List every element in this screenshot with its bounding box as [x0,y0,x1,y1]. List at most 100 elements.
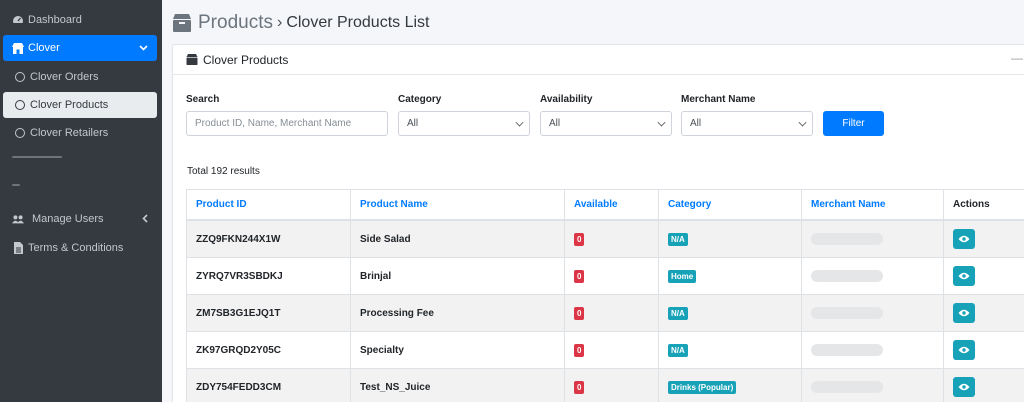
nav-manage-users[interactable]: Manage Users [3,206,157,232]
merchant-select[interactable]: All [681,111,813,136]
page-title-main: Products [198,12,273,33]
search-label: Search [186,94,220,105]
merchant-placeholder [811,381,883,393]
merchant-placeholder [811,344,883,356]
category-badge: Drinks (Popular) [668,380,737,394]
cell-product-name: Processing Fee [350,295,564,331]
cell-product-id: ZYRQ7VR3SBDKJ [186,258,350,294]
breadcrumb-separator: › [276,14,283,31]
page-subtitle: Clover Products List [286,14,430,31]
cell-product-id: ZK97GRQD2Y05C [186,332,350,368]
products-card: Clover Products — Search Product ID, Nam… [172,44,1024,402]
nav-dashboard[interactable]: Dashboard [3,7,157,33]
eye-icon [958,383,970,391]
cell-category: N/A [658,332,801,368]
view-button[interactable] [953,303,975,323]
cell-product-id: ZM7SB3G1EJQ1T [186,295,350,331]
merchant-placeholder [811,270,883,282]
box-icon [186,54,198,65]
table-row: ZZQ9FKN244X1W Side Salad 0 N/A [186,221,1024,258]
cell-product-name: Side Salad [350,221,564,257]
table-header-row: Product ID Product Name Available Catego… [186,189,1024,221]
cell-product-id: ZZQ9FKN244X1W [186,221,350,257]
table-row: ZDY754FEDD3CM Test_NS_Juice 0 Drinks (Po… [186,369,1024,402]
card-header: Clover Products — [173,45,1024,75]
cell-available: 0 [564,295,658,331]
box-icon [172,14,192,32]
cell-category: Drinks (Popular) [658,369,801,402]
cell-actions [943,295,1024,331]
available-badge: 0 [574,343,585,357]
store-icon [12,42,24,54]
nav-terms[interactable]: Terms & Conditions [3,235,157,261]
collapse-button[interactable]: — [1011,51,1023,65]
available-badge: 0 [574,232,585,246]
availability-select-value: All [549,118,561,129]
available-badge: 0 [574,306,585,320]
chevron-down-icon [657,118,666,127]
eye-icon [958,235,970,243]
circle-icon [15,128,25,138]
file-icon [12,242,24,254]
eye-icon [958,272,970,280]
card-title: Clover Products [203,52,289,67]
table-row: ZK97GRQD2Y05C Specialty 0 N/A [186,332,1024,369]
cell-merchant-name [801,295,943,331]
sidebar-clipped-item [12,156,152,160]
cell-available: 0 [564,332,658,368]
category-badge: N/A [668,343,688,357]
col-header-product-name[interactable]: Product Name [350,190,564,219]
nav-clover-products-label: Clover Products [30,99,109,111]
view-button[interactable] [953,377,975,397]
table-row: ZYRQ7VR3SBDKJ Brinjal 0 Home [186,258,1024,295]
nav-clover-label: Clover [28,42,60,54]
cell-available: 0 [564,258,658,294]
cell-product-name: Brinjal [350,258,564,294]
search-input[interactable]: Product ID, Name, Merchant Name [186,111,388,136]
cell-merchant-name [801,258,943,294]
category-badge: N/A [668,232,688,246]
sidebar: Dashboard Clover Clover Orders Clover Pr… [0,0,162,402]
nav-clover-orders-label: Clover Orders [30,71,99,83]
cell-category: Home [658,258,801,294]
merchant-placeholder [811,307,883,319]
nav-clover[interactable]: Clover [3,35,157,61]
chevron-left-icon [142,213,148,225]
cell-product-id: ZDY754FEDD3CM [186,369,350,402]
results-count: Total 192 results [187,166,260,177]
cell-available: 0 [564,369,658,402]
col-header-available[interactable]: Available [564,190,658,219]
circle-icon [15,72,25,82]
cell-product-name: Test_NS_Juice [350,369,564,402]
nav-dashboard-label: Dashboard [28,14,82,26]
eye-icon [958,346,970,354]
dashboard-icon [12,14,24,26]
nav-clover-orders[interactable]: Clover Orders [3,64,157,90]
chevron-down-icon [139,43,148,53]
availability-select[interactable]: All [540,111,672,136]
category-badge: N/A [668,306,688,320]
col-header-category[interactable]: Category [658,190,801,219]
category-select[interactable]: All [398,111,530,136]
table-row: ZM7SB3G1EJQ1T Processing Fee 0 N/A [186,295,1024,332]
view-button[interactable] [953,266,975,286]
filter-button[interactable]: Filter [823,111,884,136]
col-header-product-id[interactable]: Product ID [186,190,350,219]
nav-clover-products[interactable]: Clover Products [3,92,157,118]
category-badge: Home [668,269,697,283]
cell-actions [943,332,1024,368]
nav-clover-retailers[interactable]: Clover Retailers [3,120,157,146]
nav-terms-label: Terms & Conditions [28,242,124,254]
availability-label: Availability [540,94,593,105]
cell-category: N/A [658,295,801,331]
category-label: Category [398,94,442,105]
chevron-down-icon [515,118,524,127]
view-button[interactable] [953,229,975,249]
col-header-actions: Actions [943,190,1024,219]
view-button[interactable] [953,340,975,360]
col-header-merchant-name[interactable]: Merchant Name [801,190,943,219]
cell-merchant-name [801,221,943,257]
merchant-placeholder [811,233,883,245]
chevron-down-icon [798,118,807,127]
nav-manage-users-label: Manage Users [32,213,104,225]
